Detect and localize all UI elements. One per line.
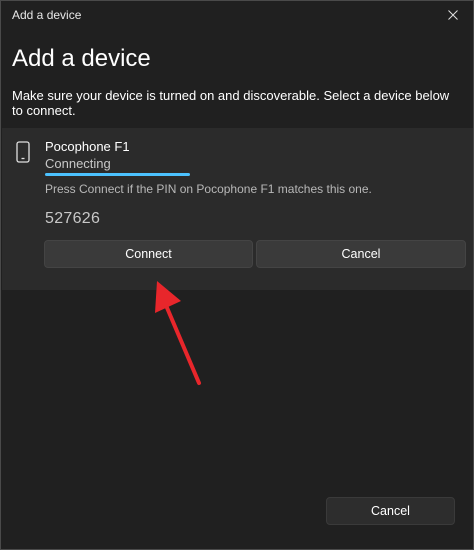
- instructions-text: Make sure your device is turned on and d…: [12, 88, 450, 118]
- window-title: Add a device: [12, 8, 82, 22]
- add-device-dialog: Add a device Add a device Make sure your…: [0, 0, 474, 550]
- device-name: Pocophone F1: [45, 139, 130, 154]
- pin-message: Press Connect if the PIN on Pocophone F1…: [45, 182, 372, 196]
- connect-button[interactable]: Connect: [44, 240, 253, 268]
- connecting-progress-bar: [45, 173, 190, 176]
- device-card[interactable]: Pocophone F1 Connecting Press Connect if…: [2, 128, 473, 290]
- close-icon: [448, 10, 458, 20]
- title-bar: Add a device: [1, 1, 473, 29]
- device-status: Connecting: [45, 156, 111, 171]
- progress-fill: [45, 173, 190, 176]
- pin-code: 527626: [45, 210, 101, 227]
- phone-icon: [16, 141, 30, 168]
- page-title: Add a device: [12, 45, 151, 72]
- close-button[interactable]: [433, 1, 473, 29]
- cancel-pairing-button[interactable]: Cancel: [256, 240, 466, 268]
- annotation-arrow-icon: [155, 281, 201, 385]
- footer-cancel-button[interactable]: Cancel: [326, 497, 455, 525]
